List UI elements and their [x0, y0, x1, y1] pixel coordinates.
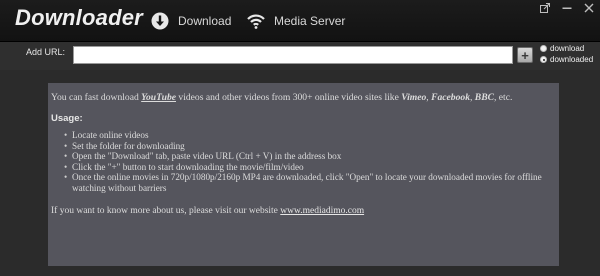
site-vimeo: Vimeo: [401, 92, 427, 103]
nav-media-server-tab[interactable]: Media Server: [246, 9, 345, 33]
app-title: Downloader: [15, 5, 143, 30]
intro-before: You can fast download: [51, 92, 142, 103]
site-bbc: BBC: [474, 92, 494, 103]
radio-downloaded-dot[interactable]: [540, 56, 547, 63]
nav-media-server-label: Media Server: [274, 14, 346, 28]
radio-download-label: download: [550, 44, 585, 53]
youtube-link[interactable]: YouTube: [141, 92, 176, 103]
radio-download-dot[interactable]: [540, 45, 547, 52]
close-icon[interactable]: [584, 3, 594, 13]
title-bar: Downloader Download Media Server: [0, 0, 600, 42]
radio-downloaded[interactable]: downloaded: [540, 54, 593, 65]
url-input[interactable]: [73, 46, 513, 64]
usage-step: Once the online movies in 720p/1080p/216…: [64, 172, 556, 193]
usage-step: Open the "Download" tab, paste video URL…: [64, 151, 556, 162]
site-facebook: Facebook: [431, 92, 470, 103]
radio-downloaded-label: downloaded: [550, 55, 594, 64]
plus-icon: +: [521, 47, 529, 63]
footer-text: If you want to know more about us, pleas…: [51, 206, 281, 216]
intro-after: , etc.: [494, 92, 513, 103]
website-link[interactable]: www.mediadimo.com: [280, 206, 364, 216]
nav-download-tab[interactable]: Download: [150, 9, 231, 33]
nav-download-label: Download: [178, 14, 232, 28]
radio-download[interactable]: download: [540, 43, 593, 54]
info-panel: You can fast download YouTube videos and…: [48, 83, 559, 266]
url-bar: Add URL: +: [0, 42, 600, 70]
usage-step: Set the folder for downloading: [64, 141, 556, 152]
minimize-icon[interactable]: [562, 3, 572, 13]
usage-title: Usage:: [51, 113, 83, 124]
usage-steps: Locate online videos Set the folder for …: [51, 130, 556, 193]
footer-note: If you want to know more about us, pleas…: [51, 206, 556, 216]
intro-text: You can fast download YouTube videos and…: [51, 92, 556, 104]
usage-step: Locate online videos: [64, 130, 556, 141]
view-toggle: download downloaded: [540, 43, 593, 65]
add-url-label: Add URL:: [26, 47, 66, 57]
wifi-icon: [247, 14, 265, 29]
main-content: You can fast download YouTube videos and…: [0, 70, 600, 276]
intro-middle: videos and other videos from 300+ online…: [176, 92, 402, 103]
window-controls: [540, 3, 594, 13]
download-icon: [151, 12, 169, 30]
usage-step: Click the "+" button to start downloadin…: [64, 162, 556, 173]
add-url-button[interactable]: +: [517, 47, 533, 63]
popout-icon[interactable]: [540, 3, 550, 13]
